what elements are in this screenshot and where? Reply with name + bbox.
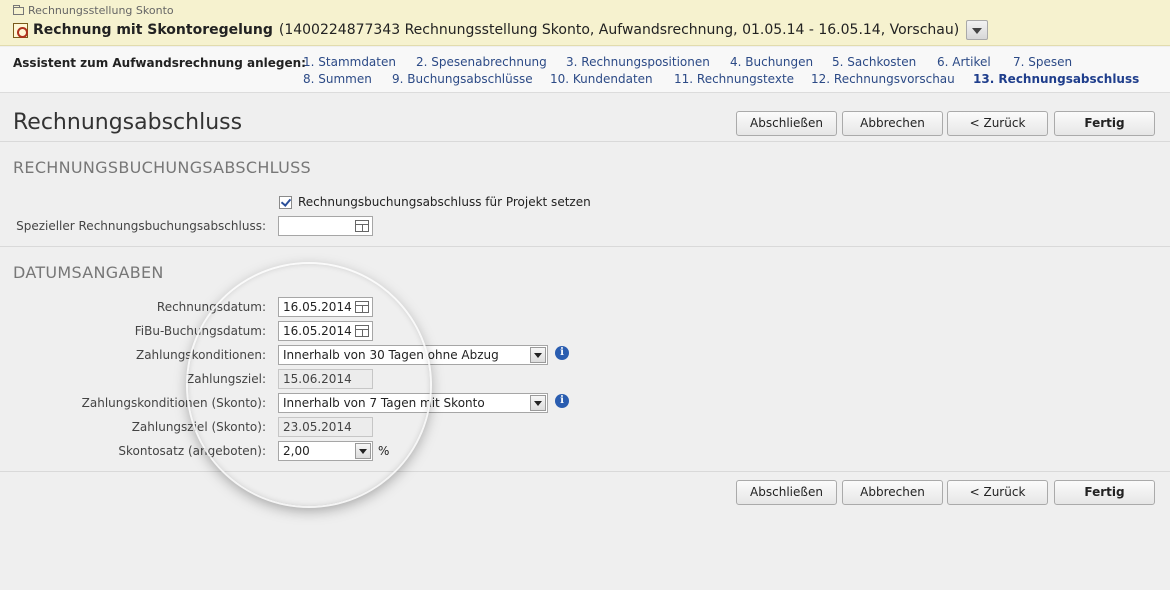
abschliessen-button[interactable]: Abschließen — [736, 111, 837, 136]
info-icon[interactable]: i — [555, 394, 569, 408]
payment-terms-select[interactable]: Innerhalb von 30 Tagen ohne Abzug — [278, 345, 548, 365]
abbrechen-button-bottom[interactable]: Abbrechen — [842, 480, 943, 505]
discount-terms-select[interactable]: Innerhalb von 7 Tagen mit Skonto — [278, 393, 548, 413]
folder-icon — [13, 5, 24, 15]
project-closing-checkbox-label: Rechnungsbuchungsabschluss für Projekt s… — [298, 195, 591, 209]
invoice-date-input[interactable]: 16.05.2014 — [278, 297, 373, 317]
wizard-label: Assistent zum Aufwandsrechnung anlegen: — [13, 56, 306, 70]
payment-due-field: 15.06.2014 — [278, 369, 373, 389]
wizard-steps-bar: Assistent zum Aufwandsrechnung anlegen: … — [0, 47, 1170, 93]
section-title-datumsangaben: DATUMSANGABEN — [13, 263, 164, 282]
abbrechen-button[interactable]: Abbrechen — [842, 111, 943, 136]
wizard-step-spesen[interactable]: 7. Spesen — [1013, 55, 1072, 69]
payment-due-label: Zahlungsziel: — [186, 372, 266, 386]
wizard-step-summen[interactable]: 8. Summen — [303, 72, 372, 86]
info-icon[interactable]: i — [555, 346, 569, 360]
discount-due-label: Zahlungsziel (Skonto): — [131, 420, 266, 434]
divider — [0, 471, 1170, 472]
breadcrumb-label[interactable]: Rechnungsstellung Skonto — [28, 4, 174, 17]
page-title: Rechnungsabschluss — [13, 110, 243, 135]
chevron-down-icon[interactable] — [355, 443, 371, 459]
abschliessen-button-bottom[interactable]: Abschließen — [736, 480, 837, 505]
wizard-step-buchungsabschluesse[interactable]: 9. Buchungsabschlüsse — [392, 72, 533, 86]
record-detail: (1400224877343 Rechnungsstellung Skonto,… — [278, 22, 960, 38]
payment-terms-label: Zahlungskonditionen: — [135, 348, 266, 362]
zurueck-button-bottom[interactable]: < Zurück — [947, 480, 1048, 505]
invoice-icon — [13, 22, 28, 38]
wizard-step-rechnungspositionen[interactable]: 3. Rechnungspositionen — [566, 55, 710, 69]
wizard-step-stammdaten[interactable]: 1. Stammdaten — [303, 55, 396, 69]
wizard-step-spesenabrechnung[interactable]: 2. Spesenabrechnung — [416, 55, 547, 69]
divider — [0, 246, 1170, 247]
project-closing-checkbox[interactable] — [279, 196, 292, 209]
discount-rate-label: Skontosatz (angeboten): — [118, 444, 266, 458]
special-closing-label: Spezieller Rechnungsbuchungsabschluss: — [16, 219, 266, 233]
discount-rate-select[interactable]: 2,00 — [278, 441, 373, 461]
chevron-down-icon[interactable] — [530, 395, 546, 411]
breadcrumb[interactable]: Rechnungsstellung Skonto — [13, 4, 174, 17]
section-title-rechnungsbuchungsabschluss: RECHNUNGSBUCHUNGSABSCHLUSS — [13, 158, 311, 177]
percent-unit: % — [378, 444, 390, 458]
calendar-icon[interactable] — [355, 301, 369, 313]
calendar-icon[interactable] — [355, 325, 369, 337]
special-closing-date-input[interactable] — [278, 216, 373, 236]
window-header: Rechnungsstellung Skonto Rechnung mit Sk… — [0, 0, 1170, 46]
discount-due-field: 23.05.2014 — [278, 417, 373, 437]
chevron-down-icon[interactable] — [530, 347, 546, 363]
wizard-step-rechnungstexte[interactable]: 11. Rechnungstexte — [674, 72, 794, 86]
page-heading: Rechnung mit Skontoregelung (14002248773… — [13, 20, 989, 40]
wizard-step-rechnungsvorschau[interactable]: 12. Rechnungsvorschau — [811, 72, 955, 86]
wizard-step-buchungen[interactable]: 4. Buchungen — [730, 55, 813, 69]
wizard-step-rechnungsabschluss[interactable]: 13. Rechnungsabschluss — [973, 72, 1139, 86]
discount-terms-label: Zahlungskonditionen (Skonto): — [81, 396, 266, 410]
invoice-date-label: Rechnungsdatum: — [156, 300, 266, 314]
divider — [0, 141, 1170, 142]
title-menu-dropdown[interactable] — [966, 20, 989, 40]
fibu-date-input[interactable]: 16.05.2014 — [278, 321, 373, 341]
record-title: Rechnung mit Skontoregelung — [33, 22, 273, 38]
fertig-button[interactable]: Fertig — [1054, 111, 1155, 136]
fertig-button-bottom[interactable]: Fertig — [1054, 480, 1155, 505]
wizard-step-kundendaten[interactable]: 10. Kundendaten — [550, 72, 653, 86]
wizard-step-artikel[interactable]: 6. Artikel — [937, 55, 991, 69]
fibu-date-label: FiBu-Buchungsdatum: — [134, 324, 266, 338]
calendar-icon[interactable] — [355, 220, 369, 232]
zurueck-button[interactable]: < Zurück — [947, 111, 1048, 136]
wizard-step-sachkosten[interactable]: 5. Sachkosten — [832, 55, 916, 69]
